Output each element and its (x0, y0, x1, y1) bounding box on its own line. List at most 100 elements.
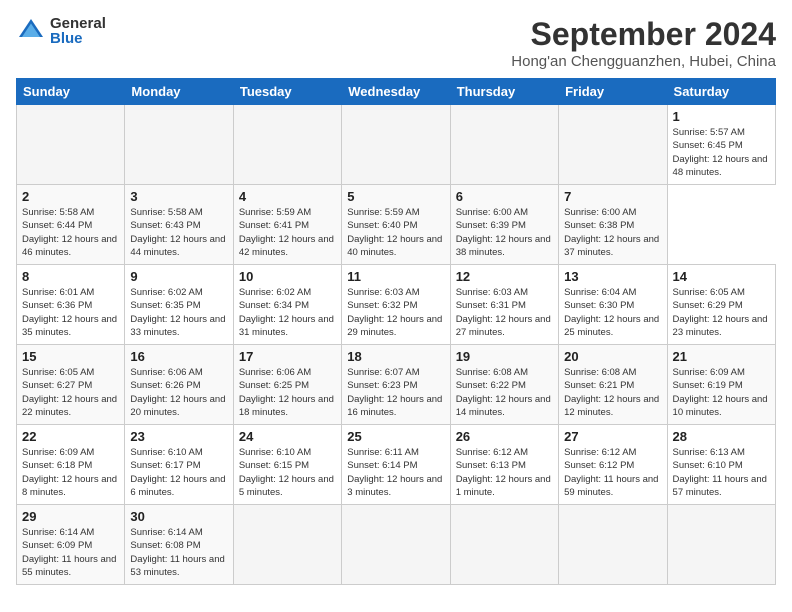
empty-cell (125, 105, 233, 185)
calendar-day-cell: 18Sunrise: 6:07 AMSunset: 6:23 PMDayligh… (342, 345, 450, 425)
calendar-day-cell: 27 Sunrise: 6:12 AMSunset: 6:12 PMDayligh… (559, 425, 667, 505)
calendar-day-cell: 6 Sunrise: 6:00 AMSunset: 6:39 PMDaylight… (450, 185, 558, 265)
column-header-monday: Monday (125, 79, 233, 105)
day-info: Sunrise: 6:06 AMSunset: 6:26 PMDaylight:… (130, 366, 227, 419)
calendar-day-cell: 26Sunrise: 6:12 AMSunset: 6:13 PMDayligh… (450, 425, 558, 505)
day-number: 10 (239, 269, 336, 284)
day-info: Sunrise: 5:58 AMSunset: 6:44 PMDaylight:… (22, 206, 119, 259)
day-info: Sunrise: 6:08 AMSunset: 6:21 PMDaylight:… (564, 366, 661, 419)
day-number: 16 (130, 349, 227, 364)
day-info: Sunrise: 6:02 AMSunset: 6:35 PMDaylight:… (130, 286, 227, 339)
calendar-day-cell (233, 505, 341, 585)
logo: General Blue (16, 16, 106, 46)
calendar-body: 1Sunrise: 5:57 AMSunset: 6:45 PMDaylight… (17, 105, 776, 585)
day-number: 2 (22, 189, 119, 204)
calendar-day-cell (342, 505, 450, 585)
day-number: 26 (456, 429, 553, 444)
calendar-day-cell (667, 505, 775, 585)
day-number: 27 (564, 429, 661, 444)
day-info: Sunrise: 6:06 AMSunset: 6:25 PMDaylight:… (239, 366, 336, 419)
logo-text: General Blue (50, 16, 106, 46)
day-number: 21 (673, 349, 770, 364)
day-number: 17 (239, 349, 336, 364)
day-number: 22 (22, 429, 119, 444)
day-number: 30 (130, 509, 227, 524)
column-header-saturday: Saturday (667, 79, 775, 105)
calendar-day-cell: 3 Sunrise: 5:58 AMSunset: 6:43 PMDaylight… (125, 185, 233, 265)
day-info: Sunrise: 6:02 AMSunset: 6:34 PMDaylight:… (239, 286, 336, 339)
calendar-day-cell: 30 Sunrise: 6:14 AMSunset: 6:08 PMDayligh… (125, 505, 233, 585)
day-info: Sunrise: 6:04 AMSunset: 6:30 PMDaylight:… (564, 286, 661, 339)
day-number: 3 (130, 189, 227, 204)
calendar-day-cell: 1Sunrise: 5:57 AMSunset: 6:45 PMDaylight… (667, 105, 775, 185)
calendar-week-row: 2 Sunrise: 5:58 AMSunset: 6:44 PMDaylight… (17, 185, 776, 265)
day-info: Sunrise: 6:00 AMSunset: 6:38 PMDaylight:… (564, 206, 661, 259)
page-header: General Blue September 2024 Hong'an Chen… (16, 16, 776, 70)
calendar-week-row: 8 Sunrise: 6:01 AMSunset: 6:36 PMDaylight… (17, 265, 776, 345)
day-number: 23 (130, 429, 227, 444)
day-number: 18 (347, 349, 444, 364)
calendar-day-cell: 28 Sunrise: 6:13 AMSunset: 6:10 PMDayligh… (667, 425, 775, 505)
calendar-day-cell: 19 Sunrise: 6:08 AMSunset: 6:22 PMDayligh… (450, 345, 558, 425)
day-info: Sunrise: 6:13 AMSunset: 6:10 PMDaylight:… (673, 446, 770, 499)
calendar-day-cell: 5 Sunrise: 5:59 AMSunset: 6:40 PMDaylight… (342, 185, 450, 265)
day-info: Sunrise: 6:08 AMSunset: 6:22 PMDaylight:… (456, 366, 553, 419)
day-info: Sunrise: 6:14 AMSunset: 6:09 PMDaylight:… (22, 526, 119, 579)
month-title: September 2024 (511, 16, 776, 53)
day-info: Sunrise: 5:59 AMSunset: 6:41 PMDaylight:… (239, 206, 336, 259)
calendar-day-cell: 23Sunrise: 6:10 AMSunset: 6:17 PMDayligh… (125, 425, 233, 505)
day-info: Sunrise: 5:58 AMSunset: 6:43 PMDaylight:… (130, 206, 227, 259)
calendar-day-cell: 25Sunrise: 6:11 AMSunset: 6:14 PMDayligh… (342, 425, 450, 505)
calendar-day-cell: 14 Sunrise: 6:05 AMSunset: 6:29 PMDayligh… (667, 265, 775, 345)
calendar-day-cell: 16 Sunrise: 6:06 AMSunset: 6:26 PMDayligh… (125, 345, 233, 425)
empty-cell (233, 105, 341, 185)
calendar-day-cell: 8 Sunrise: 6:01 AMSunset: 6:36 PMDaylight… (17, 265, 125, 345)
calendar-table: SundayMondayTuesdayWednesdayThursdayFrid… (16, 78, 776, 585)
logo-icon (16, 16, 46, 46)
day-info: Sunrise: 6:03 AMSunset: 6:32 PMDaylight:… (347, 286, 444, 339)
calendar-day-cell: 21 Sunrise: 6:09 AMSunset: 6:19 PMDayligh… (667, 345, 775, 425)
day-number: 28 (673, 429, 770, 444)
calendar-day-cell: 13 Sunrise: 6:04 AMSunset: 6:30 PMDayligh… (559, 265, 667, 345)
day-info: Sunrise: 6:14 AMSunset: 6:08 PMDaylight:… (130, 526, 227, 579)
day-info: Sunrise: 6:12 AMSunset: 6:12 PMDaylight:… (564, 446, 661, 499)
calendar-week-row: 1Sunrise: 5:57 AMSunset: 6:45 PMDaylight… (17, 105, 776, 185)
empty-cell (559, 105, 667, 185)
calendar-day-cell: 11 Sunrise: 6:03 AMSunset: 6:32 PMDayligh… (342, 265, 450, 345)
day-info: Sunrise: 6:05 AMSunset: 6:27 PMDaylight:… (22, 366, 119, 419)
title-block: September 2024 Hong'an Chengguanzhen, Hu… (511, 16, 776, 70)
day-number: 1 (673, 109, 770, 124)
day-number: 29 (22, 509, 119, 524)
day-number: 4 (239, 189, 336, 204)
calendar-day-cell: 12Sunrise: 6:03 AMSunset: 6:31 PMDayligh… (450, 265, 558, 345)
empty-cell (342, 105, 450, 185)
day-info: Sunrise: 6:01 AMSunset: 6:36 PMDaylight:… (22, 286, 119, 339)
column-header-friday: Friday (559, 79, 667, 105)
day-info: Sunrise: 5:59 AMSunset: 6:40 PMDaylight:… (347, 206, 444, 259)
calendar-day-cell: 20Sunrise: 6:08 AMSunset: 6:21 PMDayligh… (559, 345, 667, 425)
day-info: Sunrise: 6:00 AMSunset: 6:39 PMDaylight:… (456, 206, 553, 259)
calendar-day-cell: 17 Sunrise: 6:06 AMSunset: 6:25 PMDayligh… (233, 345, 341, 425)
calendar-day-cell: 10 Sunrise: 6:02 AMSunset: 6:34 PMDayligh… (233, 265, 341, 345)
day-number: 9 (130, 269, 227, 284)
day-number: 14 (673, 269, 770, 284)
calendar-day-cell: 2 Sunrise: 5:58 AMSunset: 6:44 PMDaylight… (17, 185, 125, 265)
empty-cell (450, 105, 558, 185)
column-header-thursday: Thursday (450, 79, 558, 105)
calendar-header-row: SundayMondayTuesdayWednesdayThursdayFrid… (17, 79, 776, 105)
day-number: 11 (347, 269, 444, 284)
day-info: Sunrise: 6:09 AMSunset: 6:19 PMDaylight:… (673, 366, 770, 419)
day-number: 19 (456, 349, 553, 364)
calendar-week-row: 22Sunrise: 6:09 AMSunset: 6:18 PMDayligh… (17, 425, 776, 505)
calendar-week-row: 15Sunrise: 6:05 AMSunset: 6:27 PMDayligh… (17, 345, 776, 425)
day-number: 8 (22, 269, 119, 284)
calendar-day-cell: 7Sunrise: 6:00 AMSunset: 6:38 PMDaylight… (559, 185, 667, 265)
calendar-day-cell: 24Sunrise: 6:10 AMSunset: 6:15 PMDayligh… (233, 425, 341, 505)
day-number: 6 (456, 189, 553, 204)
calendar-day-cell: 15Sunrise: 6:05 AMSunset: 6:27 PMDayligh… (17, 345, 125, 425)
day-number: 13 (564, 269, 661, 284)
day-number: 5 (347, 189, 444, 204)
calendar-day-cell: 29 Sunrise: 6:14 AMSunset: 6:09 PMDayligh… (17, 505, 125, 585)
day-info: Sunrise: 6:05 AMSunset: 6:29 PMDaylight:… (673, 286, 770, 339)
logo-blue-text: Blue (50, 31, 106, 46)
